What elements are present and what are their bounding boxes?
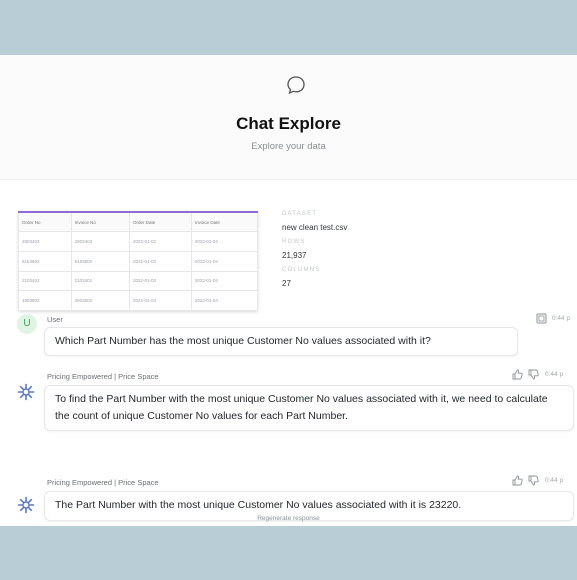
columns-label: COLUMNS <box>282 267 321 273</box>
header: Chat Explore Explore your data <box>0 55 577 180</box>
table-row: 2103402 2103402 2022-01-03 2022-01-04 <box>18 270 259 292</box>
table-header-row: Order No Invoice No Order Date Invoice D… <box>18 211 259 232</box>
dataset-meta: DATASET new clean test.csv ROWS 21,937 C… <box>282 211 482 295</box>
columns-count: 27 <box>282 279 291 288</box>
table-row: 9153802 9153802 2022-01-03 2022-01-04 <box>18 250 259 272</box>
dataset-preview-table: Order No Invoice No Order Date Invoice D… <box>18 211 259 311</box>
table-cell: 2103402 <box>18 270 72 292</box>
regenerate-response-button[interactable]: Regenerate response <box>0 515 577 522</box>
table-cell: 4903802 <box>70 290 130 311</box>
table-cell: 9153802 <box>70 250 130 272</box>
thumbs-up-icon[interactable] <box>512 475 523 486</box>
bot-gear-icon <box>17 383 35 401</box>
message-sender: Pricing Empowered | Price Space <box>47 478 159 487</box>
table-cell: 2022-01-03 <box>128 270 192 292</box>
rows-count: 21,937 <box>282 251 307 260</box>
copy-icon[interactable] <box>536 313 547 324</box>
table-cell: 2022-01-03 <box>128 250 192 272</box>
dataset-name: new clean test.csv <box>282 223 348 232</box>
bot-message-bubble: To find the Part Number with the most un… <box>44 385 574 431</box>
table-cell: 2022-01-02 <box>128 231 192 252</box>
column-header: Invoice Date <box>190 211 259 232</box>
table-cell: 2022-01-03 <box>128 290 192 311</box>
message-time: 0:44 p <box>552 315 571 322</box>
table-cell: 2022-01-04 <box>190 270 259 292</box>
table-cell: 4903802 <box>18 290 72 311</box>
message-sender: Pricing Empowered | Price Space <box>47 372 159 381</box>
rows-label: ROWS <box>282 239 306 245</box>
table-cell: 2903403 <box>70 231 130 252</box>
bottom-background-band <box>0 526 577 580</box>
thumbs-down-icon[interactable] <box>528 475 539 486</box>
table-cell: 2022-01-04 <box>190 231 259 252</box>
table-cell: 2022-01-04 <box>190 290 259 311</box>
table-cell: 2903403 <box>18 231 72 252</box>
table-cell: 9153802 <box>18 250 72 272</box>
column-header: Order No <box>18 211 72 232</box>
table-row: 2903403 2903403 2022-01-02 2022-01-04 <box>18 231 259 252</box>
thumbs-up-icon[interactable] <box>512 369 523 380</box>
chat-bubble-icon <box>287 76 305 95</box>
thumbs-down-icon[interactable] <box>528 369 539 380</box>
dataset-label: DATASET <box>282 211 318 217</box>
table-cell: 2022-01-04 <box>190 250 259 272</box>
bot-gear-icon <box>17 496 35 514</box>
column-header: Invoice No <box>70 211 130 232</box>
table-row: 4903802 4903802 2022-01-03 2022-01-04 <box>18 290 259 311</box>
page-subtitle: Explore your data <box>251 141 326 152</box>
user-message-bubble: Which Part Number has the most unique Cu… <box>44 327 518 356</box>
message-time: 0:44 p <box>545 477 564 484</box>
column-header: Order Date <box>128 211 192 232</box>
top-background-band <box>0 0 577 55</box>
chat-explore-app: Chat Explore Explore your data Order No … <box>0 55 577 526</box>
message-sender: User <box>47 315 63 324</box>
page-title: Chat Explore <box>236 114 341 133</box>
table-cell: 2103402 <box>70 270 130 292</box>
user-avatar: U <box>17 314 37 334</box>
message-time: 0:44 p <box>545 371 564 378</box>
